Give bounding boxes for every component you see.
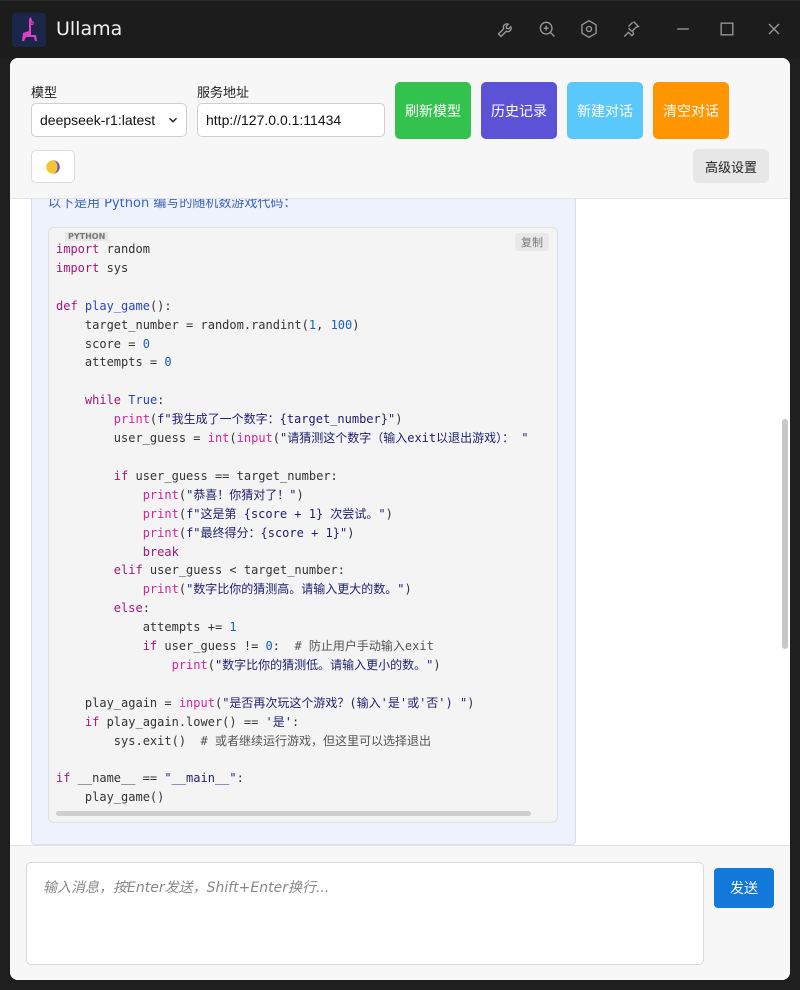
advanced-settings-button[interactable]: 高级设置 [693, 149, 769, 183]
code-line: while True: [84, 393, 165, 408]
code-line: import sys [56, 260, 129, 275]
code-line: if user_guess != 0: # 防止用户手动输入exit [142, 639, 434, 654]
input-area: 输入消息，按Enter发送，Shift+Enter换行... 发送 [10, 845, 790, 980]
new-chat-button[interactable]: 新建对话 [567, 82, 643, 139]
message-input[interactable]: 输入消息，按Enter发送，Shift+Enter换行... [26, 862, 704, 965]
code-line: sys.exit() # 或者继续运行游戏，但这里可以选择退出 [56, 733, 431, 748]
code-line: if __name__ == "__main__": [56, 771, 244, 786]
code-content: import random import sys def play_game():… [56, 240, 557, 807]
theme-toggle-button[interactable] [31, 150, 75, 183]
code-line: print(f"最终得分：{score + 1}") [142, 525, 355, 540]
code-line: print(f"我生成了一个数字：{target_number}") [113, 412, 403, 427]
code-line: print("数字比你的猜测高。请输入更大的数。") [142, 582, 412, 597]
code-line: import random [56, 242, 150, 256]
code-line: if user_guess == target_number: [113, 468, 338, 483]
pin-icon[interactable] [620, 18, 642, 40]
model-label: 模型 [31, 85, 58, 100]
llama-logo-icon [12, 13, 46, 47]
chat-vertical-scrollbar[interactable] [782, 419, 788, 649]
code-line: target_number = random.randint(1, 100) [56, 317, 360, 332]
code-line: print("数字比你的猜测低。请输入更小的数。") [171, 657, 441, 672]
clear-chat-button[interactable]: 清空对话 [653, 82, 729, 139]
settings-hex-icon[interactable] [578, 18, 600, 40]
code-line: def play_game(): [56, 298, 172, 313]
code-line: score = 0 [56, 336, 150, 351]
moon-icon [46, 159, 60, 174]
title-bar: Ullama [0, 0, 800, 58]
assistant-message: 以下是用 Python 编写的随机数游戏代码： PYTHON 复制 import… [31, 199, 576, 845]
server-url-value: http://127.0.0.1:11434 [206, 112, 342, 128]
message-text: 以下是用 Python 编写的随机数游戏代码： [48, 199, 297, 211]
history-button[interactable]: 历史记录 [481, 82, 557, 139]
code-line: user_guess = int(input("请猜测这个数字（输入exit以退… [56, 431, 529, 446]
code-line: break [142, 544, 179, 559]
code-line: attempts += 1 [56, 620, 237, 635]
send-button[interactable]: 发送 [714, 868, 774, 908]
code-line: print("恭喜！你猜对了！") [142, 487, 304, 502]
zoom-in-icon[interactable] [536, 18, 558, 40]
close-icon[interactable] [763, 18, 785, 40]
code-line: attempts = 0 [56, 355, 172, 370]
code-line: else: [113, 601, 150, 616]
code-line: print(f"这是第 {score + 1} 次尝试。") [142, 506, 393, 521]
main-window: 模型 deepseek-r1:latest 服务地址 http://127.0.… [10, 58, 790, 980]
model-select-value: deepseek-r1:latest [40, 112, 156, 128]
app-title: Ullama [56, 18, 123, 40]
code-line: elif user_guess < target_number: [113, 563, 345, 578]
chevron-down-icon [169, 117, 177, 123]
code-line: play_game() [56, 790, 165, 805]
wrench-icon[interactable] [495, 18, 517, 40]
model-select[interactable]: deepseek-r1:latest [31, 103, 187, 137]
server-label: 服务地址 [197, 85, 250, 100]
refresh-models-button[interactable]: 刷新模型 [395, 82, 471, 139]
minimize-icon[interactable] [672, 18, 694, 40]
code-horizontal-scrollbar[interactable] [56, 811, 531, 816]
server-url-input[interactable]: http://127.0.0.1:11434 [197, 103, 385, 137]
code-block: PYTHON 复制 import random import sys def pl… [48, 227, 558, 823]
code-line: play_again = input("是否再次玩这个游戏？(输入'是'或'否'… [56, 695, 475, 710]
code-line: if play_again.lower() == '是': [84, 714, 300, 729]
maximize-icon[interactable] [716, 18, 738, 40]
chat-area[interactable]: 以下是用 Python 编写的随机数游戏代码： PYTHON 复制 import… [10, 199, 790, 845]
toolbar: 模型 deepseek-r1:latest 服务地址 http://127.0.… [10, 58, 790, 199]
